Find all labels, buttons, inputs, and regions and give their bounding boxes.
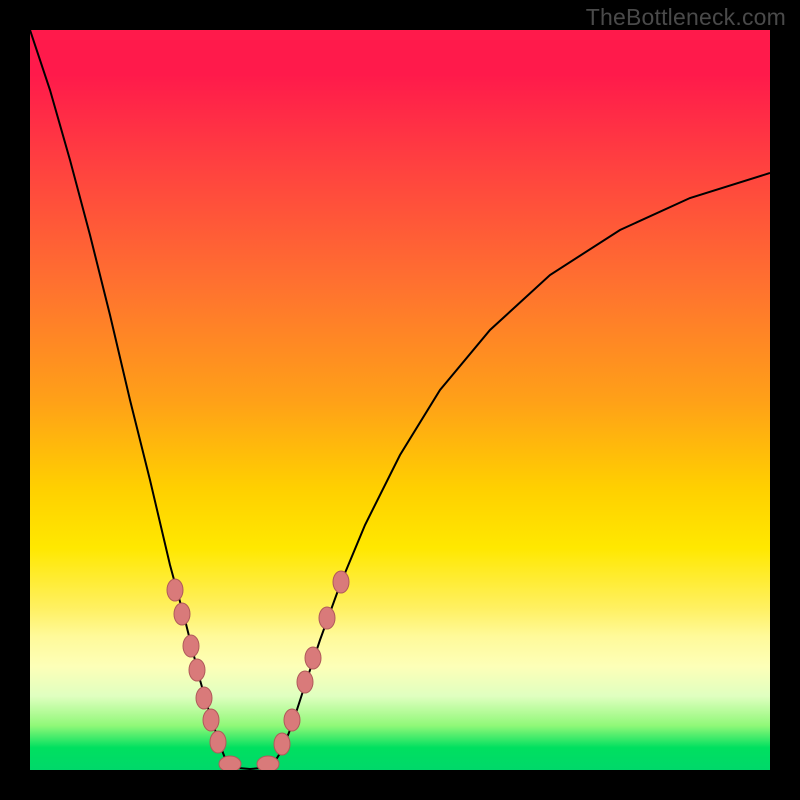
bead-marker bbox=[183, 635, 199, 657]
bead-marker bbox=[333, 571, 349, 593]
bead-marker bbox=[319, 607, 335, 629]
bead-marker bbox=[274, 733, 290, 755]
bead-marker bbox=[305, 647, 321, 669]
bead-marker bbox=[189, 659, 205, 681]
bead-marker bbox=[174, 603, 190, 625]
watermark-text: TheBottleneck.com bbox=[586, 4, 786, 31]
plot-area bbox=[30, 30, 770, 770]
bead-marker bbox=[196, 687, 212, 709]
bead-marker bbox=[210, 731, 226, 753]
curve-left-branch bbox=[30, 30, 228, 766]
outer-frame: TheBottleneck.com bbox=[0, 0, 800, 800]
bead-marker bbox=[203, 709, 219, 731]
bead-markers bbox=[167, 571, 349, 770]
bead-marker bbox=[219, 756, 241, 770]
bead-marker bbox=[257, 756, 279, 770]
bead-marker bbox=[297, 671, 313, 693]
bead-marker bbox=[284, 709, 300, 731]
curve-svg bbox=[30, 30, 770, 770]
bead-marker bbox=[167, 579, 183, 601]
curve-right-branch bbox=[272, 173, 770, 766]
